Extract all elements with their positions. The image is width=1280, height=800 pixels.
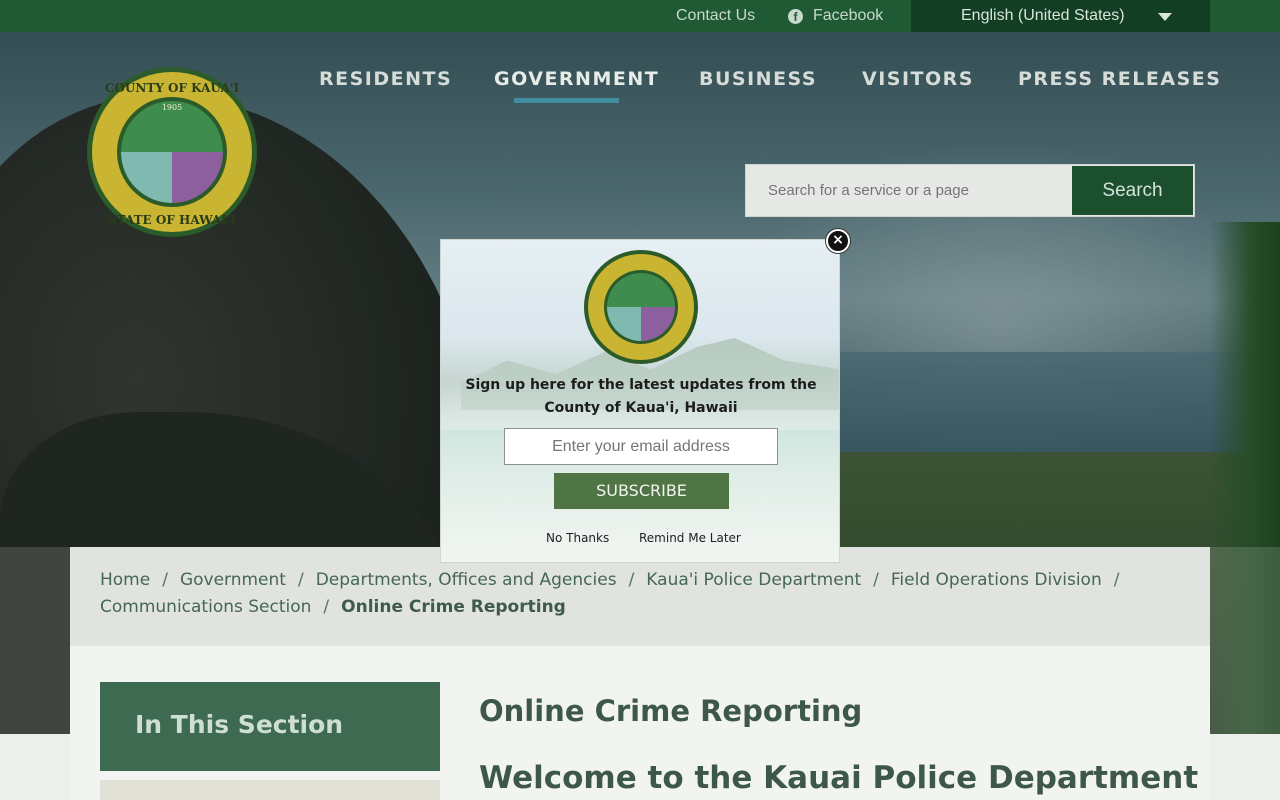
breadcrumb-home[interactable]: Home: [100, 570, 150, 590]
facebook-icon: f: [788, 8, 803, 24]
site-search: Search: [745, 164, 1195, 217]
welcome-heading: Welcome to the Kauai Police Department: [479, 760, 1199, 796]
sidebar-heading: In This Section: [100, 682, 440, 771]
popup-seal-logo: [584, 250, 698, 364]
subscribe-button[interactable]: SUBSCRIBE: [554, 473, 729, 509]
breadcrumb-current: Online Crime Reporting: [341, 597, 566, 617]
seal-top-text: COUNTY OF KAUA'I: [104, 81, 240, 95]
facebook-link[interactable]: f Facebook: [788, 0, 883, 32]
no-thanks-link[interactable]: No Thanks: [546, 531, 609, 545]
remind-later-link[interactable]: Remind Me Later: [639, 531, 741, 545]
newsletter-popup: Sign up here for the latest updates from…: [440, 239, 840, 563]
close-icon[interactable]: ×: [826, 229, 850, 253]
chevron-down-icon: [1158, 13, 1172, 21]
language-selected-value: English (United States): [961, 7, 1125, 24]
seal-bottom-text: STATE OF HAWAI'I: [108, 213, 236, 227]
search-input[interactable]: [746, 165, 1073, 216]
sidebar-panel: [100, 780, 440, 800]
page-title: Online Crime Reporting: [479, 694, 863, 728]
contact-us-link[interactable]: Contact Us: [676, 0, 755, 32]
breadcrumb-communications[interactable]: Communications Section: [100, 597, 311, 617]
nav-government[interactable]: GOVERNMENT: [494, 68, 659, 94]
nav-active-indicator: [514, 98, 619, 103]
nav-press-releases[interactable]: PRESS RELEASES: [1018, 68, 1221, 94]
nav-residents[interactable]: RESIDENTS: [319, 68, 452, 94]
county-seal-logo[interactable]: COUNTY OF KAUA'I 1905 STATE OF HAWAI'I: [87, 67, 257, 237]
search-button[interactable]: Search: [1072, 166, 1193, 215]
language-select[interactable]: English (United States): [911, 0, 1210, 32]
utility-bar: Contact Us f Facebook English (United St…: [0, 0, 1280, 32]
facebook-label: Facebook: [813, 7, 884, 24]
nav-visitors[interactable]: VISITORS: [862, 68, 974, 94]
seal-year: 1905: [161, 103, 183, 112]
breadcrumb-departments[interactable]: Departments, Offices and Agencies: [316, 570, 617, 590]
breadcrumb-field-operations[interactable]: Field Operations Division: [891, 570, 1102, 590]
breadcrumb-police-department[interactable]: Kaua'i Police Department: [646, 570, 861, 590]
popup-message: Sign up here for the latest updates from…: [465, 377, 817, 416]
nav-business[interactable]: BUSINESS: [699, 68, 817, 94]
email-input[interactable]: [504, 428, 778, 465]
breadcrumb-government[interactable]: Government: [180, 570, 286, 590]
